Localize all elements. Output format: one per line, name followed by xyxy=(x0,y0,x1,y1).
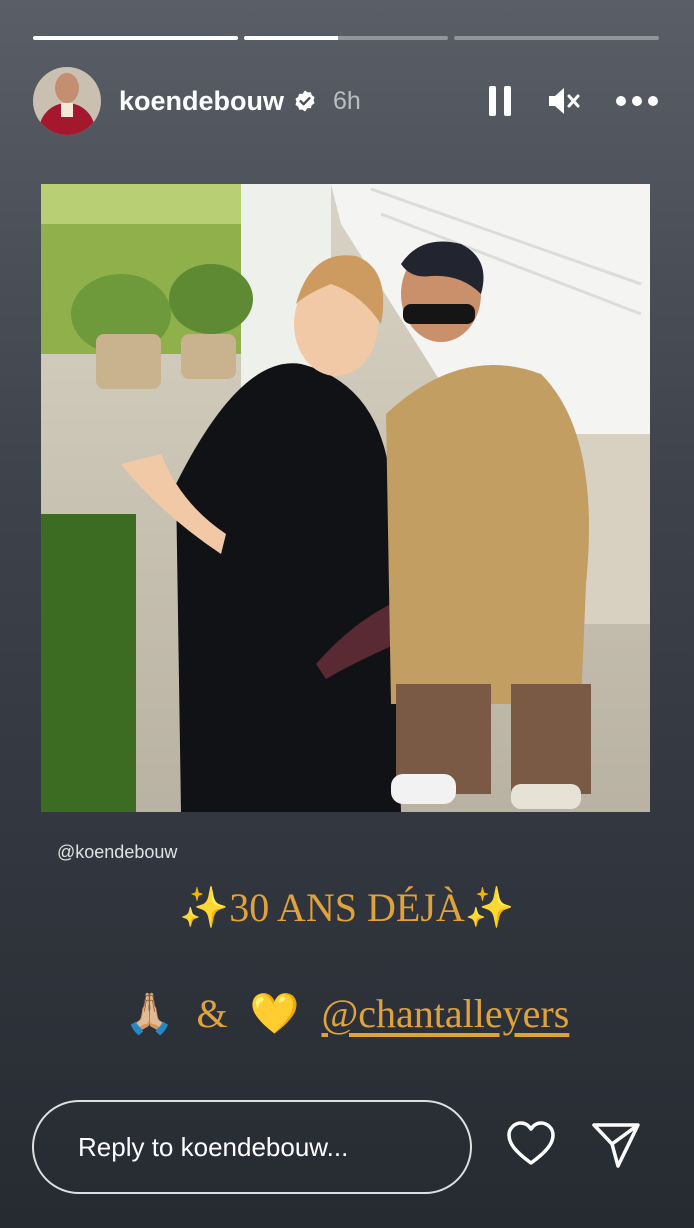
header-controls xyxy=(487,85,659,117)
progress-segment-1 xyxy=(33,36,238,40)
progress-fill-2 xyxy=(243,36,338,40)
post-time: 6h xyxy=(333,86,361,115)
progress-fill-1 xyxy=(33,36,238,40)
yellow-heart-emoji: 💛 xyxy=(249,991,300,1037)
reply-input[interactable]: Reply to koendebouw... xyxy=(32,1100,472,1194)
photo-source-mention[interactable]: @koendebouw xyxy=(57,842,177,863)
more-options-icon[interactable] xyxy=(615,95,659,107)
progress-segment-3 xyxy=(454,36,660,40)
send-icon xyxy=(592,1123,640,1168)
avatar[interactable] xyxy=(33,67,101,135)
story-progress-bar xyxy=(33,36,660,40)
pray-emoji: 🙏🏼 xyxy=(124,991,175,1037)
username[interactable]: koendebouw xyxy=(119,86,284,117)
send-button[interactable] xyxy=(590,1120,642,1170)
like-button[interactable] xyxy=(506,1120,556,1170)
muted-speaker-icon[interactable] xyxy=(547,85,581,117)
avatar-head-shape xyxy=(55,73,79,103)
story-photo[interactable] xyxy=(41,184,650,812)
ampersand: & xyxy=(196,991,228,1036)
avatar-collar-shape xyxy=(61,103,73,117)
caption-title: ✨30 ANS DÉJÀ✨ xyxy=(179,885,515,930)
pause-icon[interactable] xyxy=(487,85,513,117)
story-header: koendebouw 6h xyxy=(33,66,659,136)
reply-placeholder: Reply to koendebouw... xyxy=(78,1131,349,1162)
progress-segment-2 xyxy=(243,36,449,40)
verified-badge-icon xyxy=(295,90,315,112)
story-photo-illustration xyxy=(41,184,650,812)
caption-dedication: 🙏🏼 & 💛 @chantalleyers xyxy=(0,990,694,1037)
heart-icon xyxy=(507,1121,555,1165)
mention-link-chantalleyers[interactable]: @chantalleyers xyxy=(321,990,569,1037)
